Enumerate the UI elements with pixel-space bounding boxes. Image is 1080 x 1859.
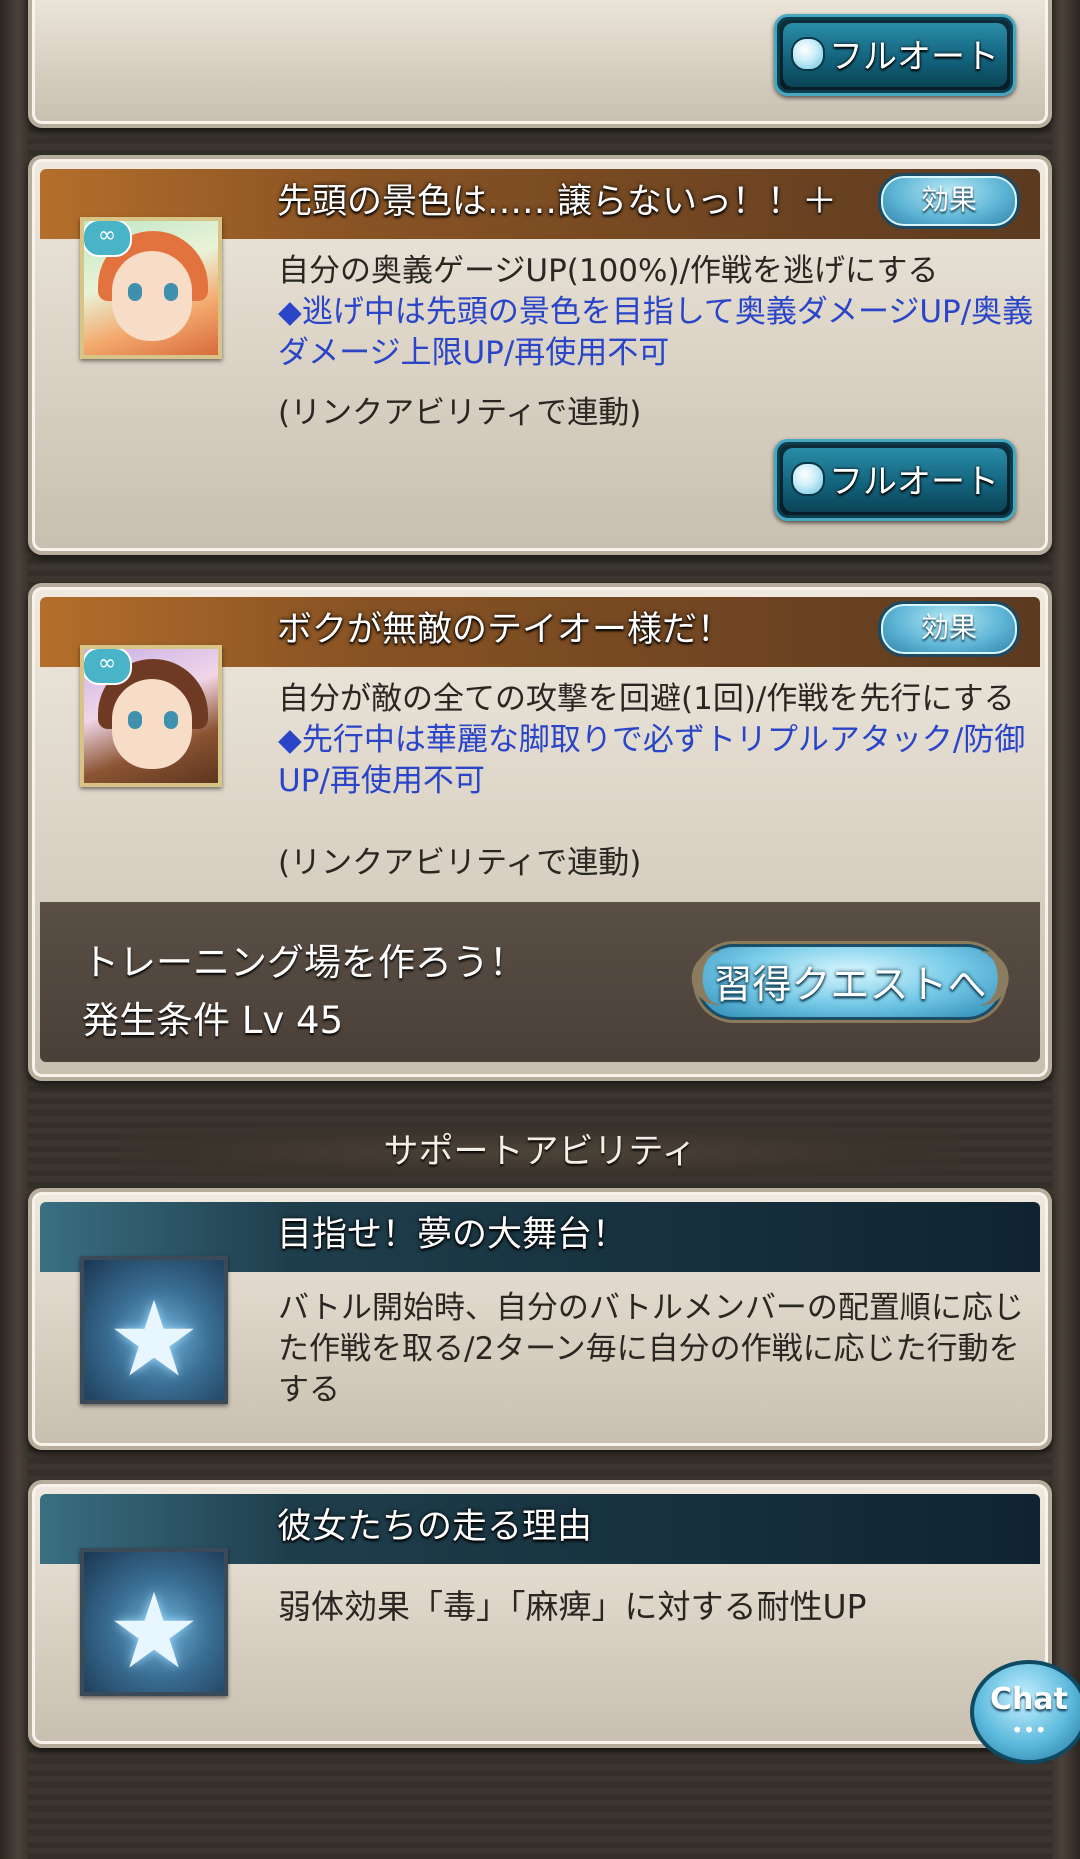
support-title: 彼女たちの走る理由 — [277, 1507, 593, 1547]
toggle-dot-icon — [791, 462, 825, 496]
ability-title: ボクが無敵のテイオー様だ！ — [277, 610, 733, 650]
training-title: トレーニング場を作ろう！ — [82, 941, 526, 984]
ability-card: ボクが無敵のテイオー様だ！ 効果 ∞ 自分が敵の全ての攻撃を回避(1回)/作戦を… — [28, 583, 1052, 1081]
chat-dots-icon: ••• — [1011, 1718, 1047, 1742]
effect-button[interactable]: 効果 — [878, 173, 1020, 229]
effect-button[interactable]: 効果 — [878, 601, 1020, 657]
learn-quest-button[interactable]: ❨ ❩ 習得クエストへ — [680, 932, 1020, 1032]
support-ability-card: 彼女たちの走る理由 ★ 弱体効果「毒」「麻痺」に対する耐性UP — [28, 1480, 1052, 1748]
ability-description: 自分の奥義ゲージUP(100%)/作戦を逃げにする ◆逃げ中は先頭の景色を目指し… — [278, 253, 1034, 371]
ability-description: 自分が敵の全ての攻撃を回避(1回)/作戦を先行にする ◆先行中は華麗な脚取りで必… — [278, 681, 1046, 799]
ability-card-partial: フルオート — [28, 0, 1052, 128]
ability-title: 先頭の景色は……譲らないっ！！＋ — [277, 182, 838, 222]
toggle-dot-icon — [791, 37, 825, 71]
ability-card: 先頭の景色は……譲らないっ！！＋ 効果 ∞ 自分の奥義ゲージUP(100%)/作… — [28, 155, 1052, 555]
unlock-condition: 発生条件 Lv 45 — [82, 999, 344, 1042]
link-note: (リンクアビリティで連動) — [278, 395, 642, 431]
link-note: (リンクアビリティで連動) — [278, 845, 642, 881]
character-portrait-icon[interactable]: ∞ — [80, 217, 222, 359]
support-ability-card: 目指せ！夢の大舞台！ ★ バトル開始時、自分のバトルメンバーの配置順に応じた作戦… — [28, 1188, 1052, 1450]
character-portrait-icon[interactable]: ∞ — [80, 645, 222, 787]
training-unlock-panel: トレーニング場を作ろう！ 発生条件 Lv 45 ❨ ❩ 習得クエストへ — [40, 902, 1040, 1062]
support-ability-heading: サポートアビリティ — [120, 1126, 960, 1178]
chat-button[interactable]: Chat ••• — [970, 1660, 1080, 1764]
link-icon: ∞ — [84, 649, 132, 685]
star-icon: ★ — [80, 1256, 228, 1404]
chat-label: Chat — [990, 1682, 1068, 1717]
support-description: 弱体効果「毒」「麻痺」に対する耐性UP — [278, 1587, 867, 1626]
link-icon: ∞ — [84, 221, 132, 257]
fullauto-button[interactable]: フルオート — [774, 439, 1016, 521]
support-title: 目指せ！夢の大舞台！ — [277, 1215, 628, 1255]
learn-quest-label: 習得クエストへ — [713, 963, 987, 1008]
fullauto-label: フルオート — [829, 462, 999, 502]
support-description: バトル開始時、自分のバトルメンバーの配置順に応じた作戦を取る/2ターン毎に自分の… — [278, 1290, 1024, 1408]
fullauto-button[interactable]: フルオート — [774, 14, 1016, 96]
fullauto-label: フルオート — [829, 37, 999, 77]
star-icon: ★ — [80, 1548, 228, 1696]
